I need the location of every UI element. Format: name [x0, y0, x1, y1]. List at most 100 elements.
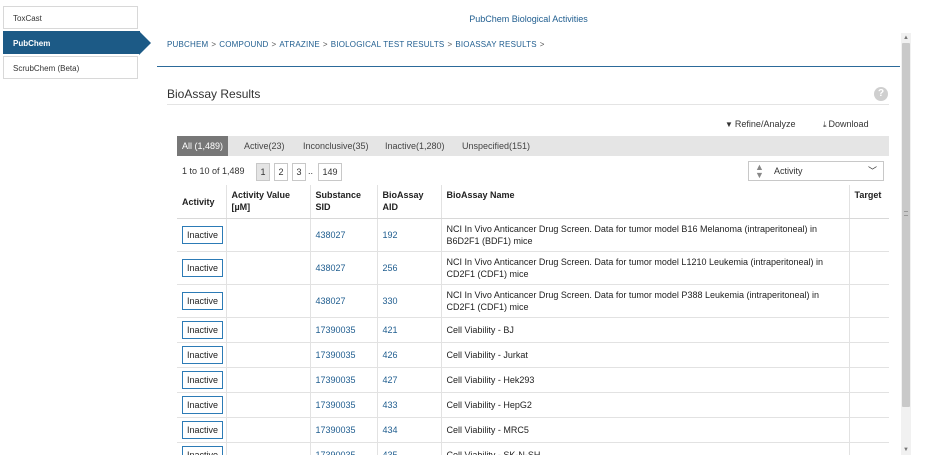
page-button-1[interactable]: 1 — [256, 163, 270, 181]
bioassay-aid-link[interactable]: 421 — [383, 325, 398, 335]
activity-badge[interactable]: Inactive — [182, 258, 224, 277]
filter-icon: ▼ — [725, 120, 733, 129]
bioassay-aid-link[interactable]: 330 — [383, 296, 398, 306]
substance-sid-link[interactable]: 17390035 — [316, 425, 356, 435]
activity-badge[interactable]: Inactive — [182, 370, 224, 389]
tab-active[interactable]: Active(23) — [244, 136, 285, 156]
bioassay-aid-link[interactable]: 256 — [383, 263, 398, 273]
activity-badge[interactable]: Inactive — [182, 291, 224, 310]
page-title: PubChem Biological Activities — [469, 14, 588, 24]
substance-sid-link[interactable]: 17390035 — [316, 350, 356, 360]
substance-sid-link[interactable]: 438027 — [316, 263, 346, 273]
target-cell — [848, 442, 889, 455]
substance-sid-link[interactable]: 17390035 — [316, 400, 356, 410]
bioassay-name-cell: Cell Viability - Hek293 — [440, 367, 849, 393]
page-ellipsis: .. — [308, 166, 314, 176]
substance-sid-link[interactable]: 438027 — [316, 296, 346, 306]
activity-badge[interactable]: Inactive — [182, 395, 224, 414]
bioassay-aid-link[interactable]: 426 — [383, 350, 398, 360]
substance-sid-link[interactable]: 17390035 — [316, 325, 356, 335]
table-row: Inactive 438027 256 NCI In Vivo Anticanc… — [177, 251, 889, 285]
column-header-target[interactable]: Target — [848, 185, 889, 219]
bioassay-name-cell: NCI In Vivo Anticancer Drug Screen. Data… — [440, 218, 849, 252]
download-button[interactable]: ⤓ Download — [823, 119, 869, 130]
target-cell — [848, 367, 889, 393]
table-header-row: Activity Activity Value [µM] Substance S… — [177, 185, 889, 219]
breadcrumb: PUBCHEM > COMPOUND > ATRAZINE > BIOLOGICAL TES… — [167, 40, 548, 49]
target-cell — [848, 251, 889, 285]
bioassay-aid-link[interactable]: 435 — [383, 450, 398, 456]
breadcrumb-separator: > — [211, 40, 217, 49]
bioassay-aid-link[interactable]: 192 — [383, 230, 398, 240]
bioassay-aid-link[interactable]: 433 — [383, 400, 398, 410]
page-button-last[interactable]: 149 — [318, 163, 342, 181]
refine-analyze-label: Refine/Analyze — [734, 119, 796, 129]
tab-all[interactable]: All (1,489) — [177, 136, 229, 156]
sidebar-item-pubchem[interactable]: PubChem — [3, 31, 151, 55]
bioassay-name-cell: Cell Viability - HepG2 — [440, 392, 849, 418]
column-header-activity[interactable]: Activity — [177, 185, 226, 219]
page-button-3[interactable]: 3 — [292, 163, 306, 181]
bioassay-aid-link[interactable]: 427 — [383, 375, 398, 385]
scroll-up-arrow-icon[interactable]: ▲ — [901, 33, 911, 43]
download-icon: ⤓ — [823, 120, 827, 129]
breadcrumb-separator: > — [539, 40, 545, 49]
bioassay-name-cell: NCI In Vivo Anticancer Drug Screen. Data… — [440, 251, 849, 285]
activity-badge[interactable]: Inactive — [182, 445, 224, 455]
column-header-bioassay-name[interactable]: BioAssay Name — [440, 185, 849, 219]
tab-inactive[interactable]: Inactive(1,280) — [385, 136, 445, 156]
activity-value-cell — [225, 218, 310, 252]
target-cell — [848, 392, 889, 418]
help-icon[interactable]: ? — [874, 87, 888, 101]
activity-value-cell — [225, 367, 310, 393]
breadcrumb-separator: > — [322, 40, 328, 49]
activity-badge[interactable]: Inactive — [182, 345, 224, 364]
breadcrumb-bioassay-results[interactable]: BIOASSAY RESULTS — [455, 40, 536, 49]
bioassay-name-cell: Cell Viability - MRC5 — [440, 417, 849, 443]
result-range: 1 to 10 of 1,489 — [182, 166, 245, 176]
substance-sid-link[interactable]: 17390035 — [316, 450, 356, 456]
header-divider — [157, 66, 900, 67]
activity-value-cell — [225, 442, 310, 455]
page-button-2[interactable]: 2 — [274, 163, 288, 181]
target-cell — [848, 317, 889, 343]
scrollbar-thumb[interactable] — [902, 43, 910, 407]
table-row: Inactive 438027 330 NCI In Vivo Anticanc… — [177, 284, 889, 318]
table-row: Inactive 17390035 421 Cell Viability - B… — [177, 317, 889, 343]
activity-badge[interactable]: Inactive — [182, 420, 224, 439]
main-panel: PubChem Biological Activities PUBCHEM > CO… — [157, 0, 900, 467]
page-scrollbar[interactable]: ▲ ▼ — [901, 33, 911, 455]
tab-unspecified[interactable]: Unspecified(151) — [462, 136, 530, 156]
download-label: Download — [828, 119, 869, 129]
column-header-activity-value[interactable]: Activity Value [µM] — [225, 185, 310, 219]
bioassay-aid-link[interactable]: 434 — [383, 425, 398, 435]
column-header-bioassay-aid[interactable]: BioAssay AID — [376, 185, 441, 219]
table-row: Inactive 17390035 426 Cell Viability - J… — [177, 342, 889, 368]
substance-sid-link[interactable]: 438027 — [316, 230, 346, 240]
activity-value-cell — [225, 342, 310, 368]
activity-filter-tabs: All (1,489) Active(23) Inconclusive(35) … — [177, 136, 889, 156]
breadcrumb-biological-test-results[interactable]: BIOLOGICAL TEST RESULTS — [331, 40, 445, 49]
tab-inconclusive[interactable]: Inconclusive(35) — [303, 136, 369, 156]
breadcrumb-separator: > — [271, 40, 277, 49]
scroll-down-arrow-icon[interactable]: ▼ — [901, 445, 911, 455]
bioassay-name-cell: Cell Viability - SK-N-SH — [440, 442, 849, 455]
pager-row: 1 to 10 of 1,489 1 2 3 .. 149 ▲ ▼ Activit… — [177, 160, 889, 184]
target-cell — [848, 417, 889, 443]
substance-sid-link[interactable]: 17390035 — [316, 375, 356, 385]
sort-select[interactable]: ▲ ▼ Activity ﹀ — [748, 161, 884, 181]
breadcrumb-atrazine[interactable]: ATRAZINE — [279, 40, 320, 49]
breadcrumb-compound[interactable]: COMPOUND — [219, 40, 268, 49]
activity-badge[interactable]: Inactive — [182, 225, 224, 244]
chevron-down-icon: ﹀ — [867, 166, 877, 176]
sidebar-item-scrubchem[interactable]: ScrubChem (Beta) — [3, 56, 138, 79]
column-header-substance-sid[interactable]: Substance SID — [309, 185, 377, 219]
breadcrumb-pubchem[interactable]: PUBCHEM — [167, 40, 208, 49]
activity-badge[interactable]: Inactive — [182, 320, 224, 339]
source-sidebar: ToxCast PubChem ScrubChem (Beta) — [3, 6, 151, 81]
refine-analyze-button[interactable]: ▼ Refine/Analyze — [725, 119, 795, 129]
table-row: Inactive 17390035 427 Cell Viability - H… — [177, 367, 889, 393]
sidebar-item-toxcast[interactable]: ToxCast — [3, 6, 138, 29]
results-table: Activity Activity Value [µM] Substance S… — [177, 185, 889, 455]
activity-value-cell — [225, 284, 310, 318]
